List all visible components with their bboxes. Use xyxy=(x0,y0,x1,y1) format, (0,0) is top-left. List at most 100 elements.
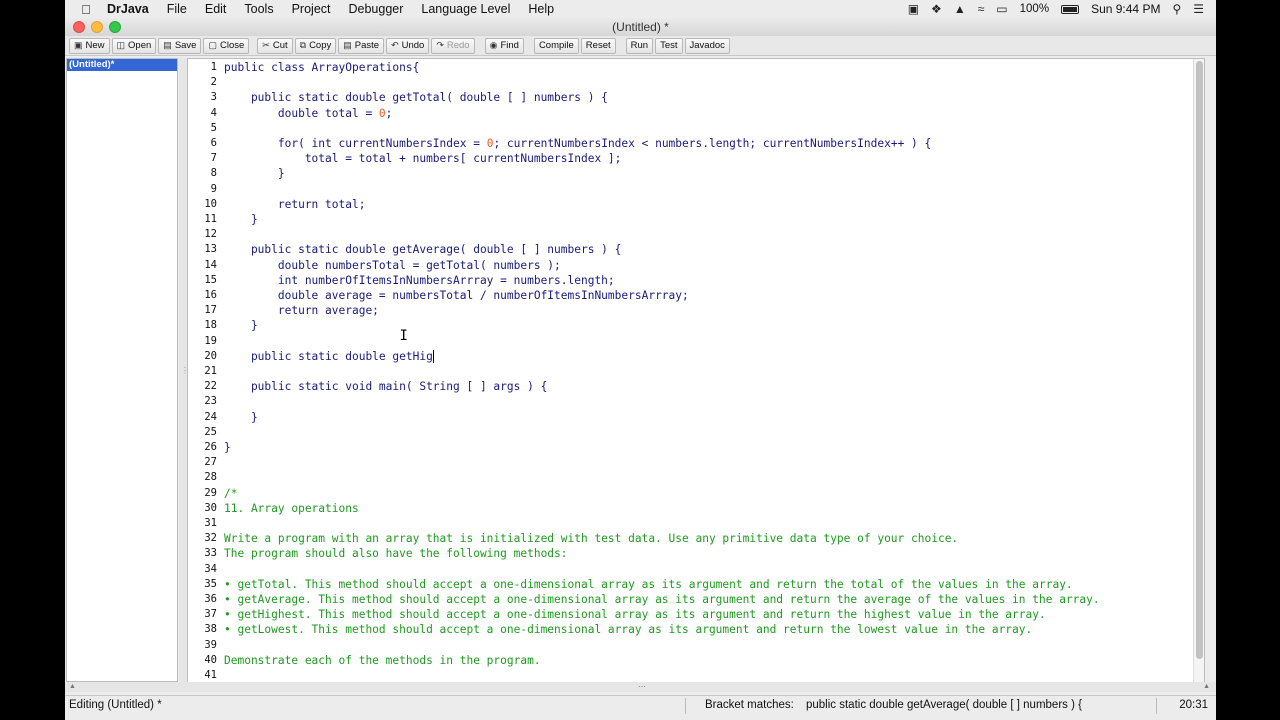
menu-project[interactable]: Project xyxy=(292,2,331,16)
scrollbar-thumb[interactable] xyxy=(1196,61,1203,659)
maximize-window-button[interactable] xyxy=(109,21,121,33)
splitter-right-arrow-icon[interactable]: ▲ xyxy=(1203,683,1210,690)
code-line[interactable]: } xyxy=(224,318,258,333)
status-bar: Editing (Untitled) * Bracket matches: pu… xyxy=(65,695,1216,715)
open-folder-icon: ◫ xyxy=(116,40,126,50)
notification-center-icon[interactable]: ☰ xyxy=(1193,2,1204,16)
code-editor[interactable]: 1 2 3 4 5 6 7 8 9 10 11 12 13 14 15 16 17 18 19 20 21 22 23 24 2… xyxy=(187,58,1205,683)
save-label: Save xyxy=(174,40,197,51)
battery-icon[interactable] xyxy=(1061,4,1080,14)
menu-tools[interactable]: Tools xyxy=(244,2,273,16)
code-line[interactable]: } xyxy=(224,212,258,227)
compile-button[interactable]: Compile xyxy=(533,37,579,54)
run-button[interactable]: Run xyxy=(625,37,654,54)
scissors-icon: ✂ xyxy=(262,40,270,50)
splitter-left-arrow-icon[interactable]: ▲ xyxy=(69,683,76,690)
line-number: 3 xyxy=(210,91,217,103)
line-number-gutter: 1 2 3 4 5 6 7 8 9 10 11 12 13 14 15 16 17 18 19 20 21 22 23 24 2… xyxy=(188,59,220,682)
close-window-button[interactable] xyxy=(73,21,85,33)
code-line[interactable]: • getLowest. This method should accept a… xyxy=(224,622,1032,637)
code-line[interactable]: • getHighest. This method should accept … xyxy=(224,607,1046,622)
code-line[interactable]: Write a program with an array that is in… xyxy=(224,531,958,546)
interactions-splitter[interactable]: ▲ ⋯ ▲ xyxy=(65,682,1216,692)
code-line[interactable]: double total = 0; xyxy=(224,106,393,121)
code-line[interactable]: The program should also have the followi… xyxy=(224,546,568,561)
code-line[interactable]: int numberOfItemsInNumbersArrray = numbe… xyxy=(224,273,615,288)
clock[interactable]: Sun 9:44 PM xyxy=(1091,2,1160,16)
edit-group: ✂ Cut ⧉ Copy ▤ Paste ↶ Undo ↷ Redo xyxy=(257,37,475,54)
line-number: 24 xyxy=(204,411,217,423)
code-line[interactable]: } xyxy=(224,440,231,455)
spotlight-search-icon[interactable]: ⚲ xyxy=(1172,2,1181,16)
code-line[interactable]: public static double getHig xyxy=(224,349,433,364)
code-line[interactable]: return average; xyxy=(224,303,379,318)
code-line[interactable]: } xyxy=(224,166,285,181)
undo-icon: ↶ xyxy=(391,40,399,50)
menu-debugger[interactable]: Debugger xyxy=(349,2,404,16)
code-line[interactable]: public static double getAverage( double … xyxy=(224,242,621,257)
line-number: 14 xyxy=(204,259,217,271)
code-line[interactable]: • getTotal. This method should accept a … xyxy=(224,577,1073,592)
line-number: 10 xyxy=(204,198,217,210)
menu-file[interactable]: File xyxy=(167,2,187,16)
toolbar: ▣ New ◫ Open ▤ Save ▢ Close ✂ Cut ⧉ Copy ▤ Past… xyxy=(65,36,1216,56)
copy-label: Copy xyxy=(309,40,332,51)
find-button[interactable]: ◉ Find xyxy=(484,37,524,54)
bracket-match-text: public static double getAverage( double … xyxy=(806,699,1082,711)
airplay-icon[interactable]: ▭ xyxy=(996,2,1007,16)
screen-record-icon[interactable]: ▣ xyxy=(908,2,919,16)
text-caret xyxy=(433,350,435,363)
open-button[interactable]: ◫ Open xyxy=(111,37,157,54)
line-number: 41 xyxy=(204,669,217,681)
status-mode: Editing (Untitled) * xyxy=(69,699,162,711)
minimize-window-button[interactable] xyxy=(91,21,103,33)
wifi-icon[interactable]: ≈ xyxy=(978,2,985,16)
line-number: 17 xyxy=(204,304,217,316)
document-item-untitled[interactable]: (Untitled)* xyxy=(67,59,177,71)
paste-button[interactable]: ▤ Paste xyxy=(338,37,385,54)
undo-label: Undo xyxy=(401,40,425,51)
code-line[interactable]: 11. Array operations xyxy=(224,501,359,516)
code-line[interactable]: • getAverage. This method should accept … xyxy=(224,592,1100,607)
code-line[interactable]: public static void main( String [ ] args… xyxy=(224,379,547,394)
test-button[interactable]: Test xyxy=(655,37,683,54)
bracket-match-label: Bracket matches: xyxy=(705,699,794,711)
undo-button[interactable]: ↶ Undo xyxy=(386,37,430,54)
close-button[interactable]: ▢ Close xyxy=(203,37,250,54)
redo-label: Redo xyxy=(446,40,470,51)
menu-help[interactable]: Help xyxy=(528,2,554,16)
upload-icon[interactable]: ▲ xyxy=(954,2,966,16)
code-line[interactable]: Demonstrate each of the methods in the p… xyxy=(224,653,541,668)
line-number: 33 xyxy=(204,547,217,559)
code-line[interactable]: for( int currentNumbersIndex = 0; curren… xyxy=(224,136,931,151)
vertical-scrollbar[interactable] xyxy=(1193,59,1204,682)
code-line[interactable]: total = total + numbers[ currentNumbersI… xyxy=(224,151,622,166)
code-line[interactable]: public static double getTotal( double [ … xyxy=(224,90,608,105)
line-number: 2 xyxy=(210,76,217,88)
code-line[interactable]: double numbersTotal = getTotal( numbers … xyxy=(224,258,561,273)
menu-language-level[interactable]: Language Level xyxy=(421,2,510,16)
code-line[interactable]: /* xyxy=(224,486,237,501)
code-line[interactable]: return total; xyxy=(224,197,366,212)
copy-button[interactable]: ⧉ Copy xyxy=(294,37,337,54)
dropbox-icon[interactable]: ❖ xyxy=(931,2,942,16)
code-line[interactable]: public class ArrayOperations{ xyxy=(224,60,419,75)
line-number: 30 xyxy=(204,502,217,514)
javadoc-button[interactable]: Javadoc xyxy=(684,37,730,54)
line-number: 34 xyxy=(204,563,217,575)
new-button[interactable]: ▣ New xyxy=(69,37,110,54)
line-number: 13 xyxy=(204,243,217,255)
app-menu[interactable]: DrJava xyxy=(107,2,149,16)
line-number: 20 xyxy=(204,350,217,362)
menu-edit[interactable]: Edit xyxy=(205,2,227,16)
code-area[interactable]: public class ArrayOperations{ public sta… xyxy=(224,59,1192,682)
apple-menu-icon[interactable]:  xyxy=(79,2,93,17)
save-button[interactable]: ▤ Save xyxy=(158,37,202,54)
cut-button[interactable]: ✂ Cut xyxy=(257,37,293,54)
sidebar-splitter[interactable]: ⋮ xyxy=(179,58,189,682)
code-line[interactable]: } xyxy=(224,410,258,425)
code-line[interactable]: double average = numbersTotal / numberOf… xyxy=(224,288,689,303)
reset-button[interactable]: Reset xyxy=(580,37,616,54)
redo-button[interactable]: ↷ Redo xyxy=(431,37,475,54)
cursor-position: 20:31 xyxy=(1179,699,1208,711)
